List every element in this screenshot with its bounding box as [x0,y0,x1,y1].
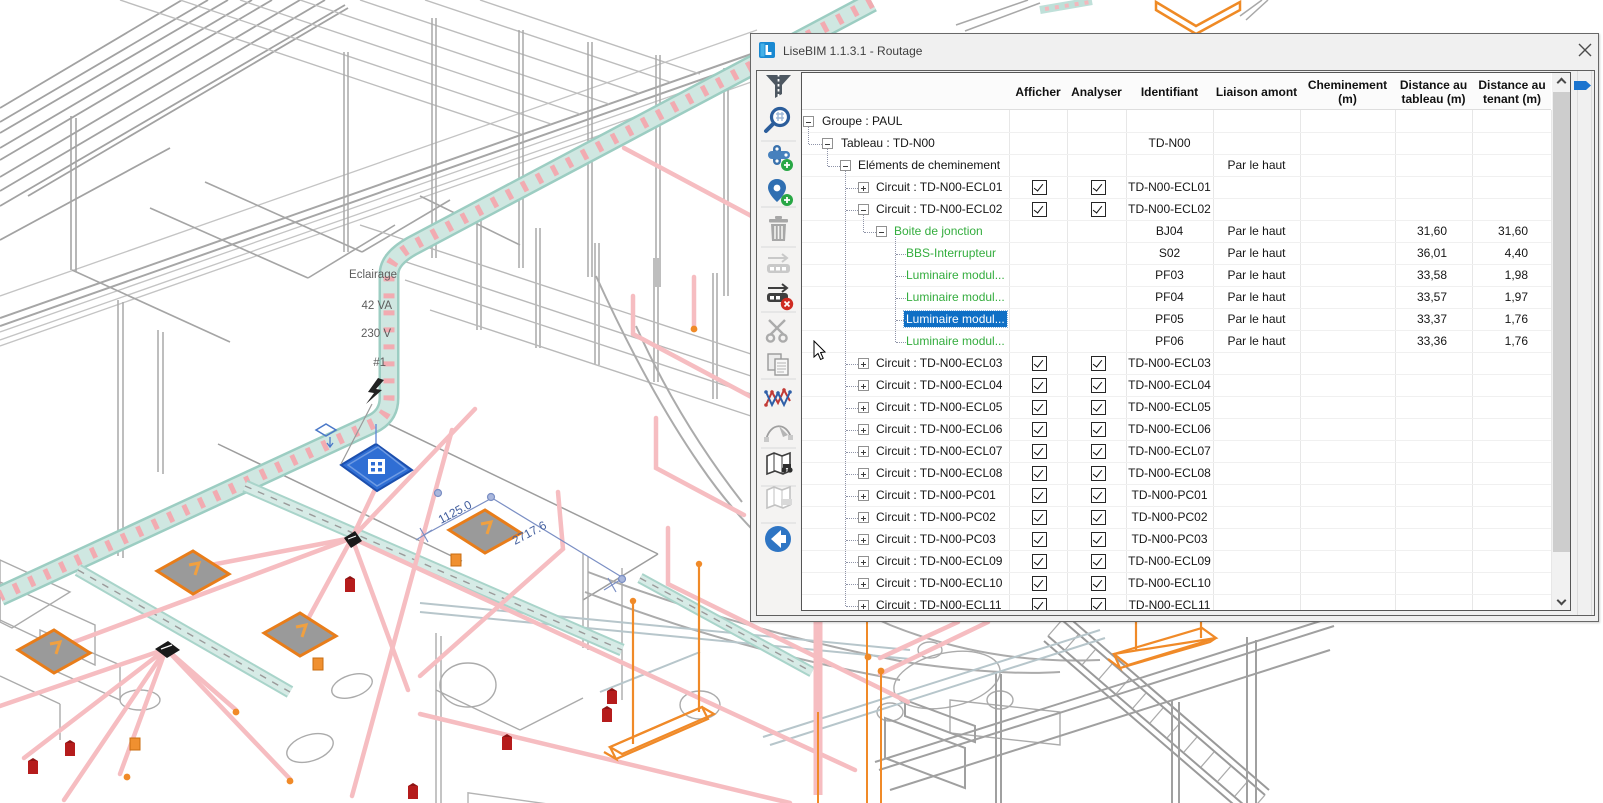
svg-text:Eclairage: Eclairage [349,269,397,281]
svg-text:42 VA: 42 VA [362,300,393,312]
svg-text:230 V: 230 V [361,328,391,340]
svg-text:#1: #1 [373,357,386,369]
